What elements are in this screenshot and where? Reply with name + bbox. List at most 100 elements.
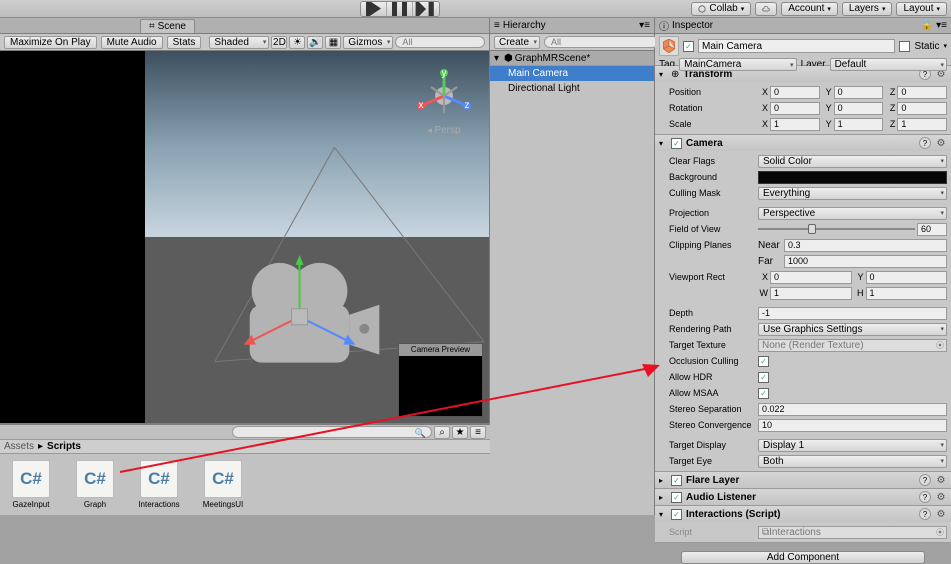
- static-dropdown-icon[interactable]: ▾: [943, 42, 947, 50]
- rotation-x-field[interactable]: 0: [770, 102, 820, 115]
- mode-2d-toggle[interactable]: 2D: [271, 36, 287, 49]
- flare-enabled-checkbox[interactable]: ✓: [671, 475, 682, 486]
- asset-graph[interactable]: C#Graph: [72, 460, 118, 509]
- orientation-gizmo[interactable]: y z x ◂ Persp: [417, 69, 471, 137]
- audio-enabled-checkbox[interactable]: ✓: [671, 492, 682, 503]
- gear-icon[interactable]: ⚙: [935, 508, 947, 520]
- account-dropdown[interactable]: Account▾: [781, 2, 838, 16]
- scene-viewport[interactable]: y z x ◂ Persp Camera Preview: [145, 51, 489, 423]
- shading-mode-dropdown[interactable]: Shaded: [209, 36, 269, 49]
- step-button[interactable]: [413, 2, 439, 16]
- layout-dropdown[interactable]: Layout▾: [896, 2, 947, 16]
- tag-dropdown[interactable]: MainCamera: [679, 58, 796, 71]
- occlusion-culling-checkbox[interactable]: ✓: [758, 356, 769, 367]
- hierarchy-tab[interactable]: Hierarchy: [503, 20, 546, 31]
- gizmos-dropdown[interactable]: Gizmos: [343, 36, 393, 49]
- hierarchy-scene-row[interactable]: ▾⬢GraphMRScene*: [490, 51, 654, 66]
- panel-menu-icon[interactable]: ▾≡: [936, 20, 947, 31]
- asset-meetingsui[interactable]: C#MeetingsUI: [200, 460, 246, 509]
- audio-listener-component-header[interactable]: ▸✓Audio Listener?⚙: [655, 489, 951, 505]
- target-texture-field[interactable]: None (Render Texture): [758, 339, 947, 352]
- gear-icon[interactable]: ⚙: [935, 474, 947, 486]
- favorite-icon[interactable]: ★: [452, 426, 468, 439]
- depth-field[interactable]: -1: [758, 307, 947, 320]
- viewport-y-field[interactable]: 0: [866, 271, 948, 284]
- layer-dropdown[interactable]: Default: [830, 58, 947, 71]
- background-color-field[interactable]: [758, 171, 947, 184]
- gameobject-name-field[interactable]: Main Camera: [698, 39, 895, 53]
- help-icon[interactable]: ?: [919, 474, 931, 486]
- flare-layer-component-header[interactable]: ▸✓Flare Layer?⚙: [655, 472, 951, 488]
- allow-hdr-checkbox[interactable]: ✓: [758, 372, 769, 383]
- near-clip-field[interactable]: 0.3: [784, 239, 947, 252]
- help-icon[interactable]: ?: [919, 491, 931, 503]
- position-z-field[interactable]: 0: [897, 86, 947, 99]
- panel-menu-icon[interactable]: ▾≡: [639, 20, 650, 31]
- viewport-x-field[interactable]: 0: [770, 271, 852, 284]
- pause-button[interactable]: [387, 2, 413, 16]
- maximize-on-play-toggle[interactable]: Maximize On Play: [4, 36, 97, 49]
- active-checkbox[interactable]: ✓: [683, 41, 694, 52]
- script-field[interactable]: ⧉ Interactions: [758, 526, 947, 539]
- lighting-toggle-icon[interactable]: ☀: [289, 36, 305, 49]
- help-icon[interactable]: ?: [919, 508, 931, 520]
- project-search-input[interactable]: [232, 426, 432, 438]
- target-display-dropdown[interactable]: Display 1: [758, 439, 947, 452]
- collab-dropdown[interactable]: Collab▾: [691, 2, 751, 16]
- scale-z-field[interactable]: 1: [897, 118, 947, 131]
- rendering-path-dropdown[interactable]: Use Graphics Settings: [758, 323, 947, 336]
- rotation-z-field[interactable]: 0: [897, 102, 947, 115]
- clear-flags-dropdown[interactable]: Solid Color: [758, 155, 947, 168]
- viewport-w-field[interactable]: 1: [770, 287, 852, 300]
- play-button[interactable]: [361, 2, 387, 16]
- hierarchy-item-directional-light[interactable]: Directional Light: [490, 81, 654, 96]
- fov-field[interactable]: 60: [917, 223, 947, 236]
- rotation-y-field[interactable]: 0: [834, 102, 884, 115]
- help-icon[interactable]: ?: [919, 137, 931, 149]
- add-component-button[interactable]: Add Component: [681, 551, 925, 564]
- scale-y-field[interactable]: 1: [834, 118, 884, 131]
- inspector-icon: ⓘ: [659, 18, 669, 33]
- stats-toggle[interactable]: Stats: [167, 36, 202, 49]
- hamburger-icon[interactable]: ≡: [470, 426, 486, 439]
- unity-logo-icon: ⬢: [504, 53, 513, 64]
- effects-toggle-icon[interactable]: ▦: [325, 36, 341, 49]
- projection-label[interactable]: ◂ Persp: [427, 125, 460, 136]
- asset-interactions[interactable]: C#Interactions: [136, 460, 182, 509]
- position-y-field[interactable]: 0: [834, 86, 884, 99]
- gear-icon[interactable]: ⚙: [935, 137, 947, 149]
- far-clip-field[interactable]: 1000: [784, 255, 947, 268]
- allow-msaa-checkbox[interactable]: ✓: [758, 388, 769, 399]
- project-breadcrumb[interactable]: Assets ▸ Scripts: [0, 440, 490, 454]
- camera-component-header[interactable]: ▾✓ Camera ? ⚙: [655, 135, 951, 151]
- interactions-enabled-checkbox[interactable]: ✓: [671, 509, 682, 520]
- target-eye-dropdown[interactable]: Both: [758, 455, 947, 468]
- hierarchy-item-main-camera[interactable]: Main Camera: [490, 66, 654, 81]
- projection-dropdown[interactable]: Perspective: [758, 207, 947, 220]
- scene-search-input[interactable]: [395, 36, 485, 48]
- fov-slider[interactable]: [758, 223, 915, 236]
- interactions-script-component-header[interactable]: ▾✓Interactions (Script)?⚙: [655, 506, 951, 522]
- camera-enabled-checkbox[interactable]: ✓: [671, 138, 682, 149]
- lock-icon[interactable]: 🔒: [921, 20, 933, 31]
- asset-gazeinput[interactable]: C#GazeInput: [8, 460, 54, 509]
- hierarchy-create-dropdown[interactable]: Create: [494, 36, 540, 49]
- culling-mask-dropdown[interactable]: Everything: [758, 187, 947, 200]
- transform-icon: ⊕: [671, 69, 679, 80]
- cloud-button[interactable]: [755, 2, 777, 16]
- static-checkbox[interactable]: ✓: [899, 41, 910, 52]
- filter-icon[interactable]: ⌕: [434, 426, 450, 439]
- viewport-h-field[interactable]: 1: [866, 287, 948, 300]
- inspector-tab[interactable]: Inspector: [672, 20, 713, 31]
- layers-dropdown[interactable]: Layers▾: [842, 2, 893, 16]
- scale-x-field[interactable]: 1: [770, 118, 820, 131]
- hierarchy-search-input[interactable]: [544, 36, 659, 48]
- stereo-sep-field[interactable]: 0.022: [758, 403, 947, 416]
- stereo-conv-field[interactable]: 10: [758, 419, 947, 432]
- gear-icon[interactable]: ⚙: [935, 491, 947, 503]
- gameobject-icon[interactable]: [659, 36, 679, 56]
- audio-toggle-icon[interactable]: 🔊: [307, 36, 323, 49]
- mute-audio-toggle[interactable]: Mute Audio: [101, 36, 163, 49]
- position-x-field[interactable]: 0: [770, 86, 820, 99]
- scene-tab[interactable]: ⌗Scene: [140, 19, 195, 33]
